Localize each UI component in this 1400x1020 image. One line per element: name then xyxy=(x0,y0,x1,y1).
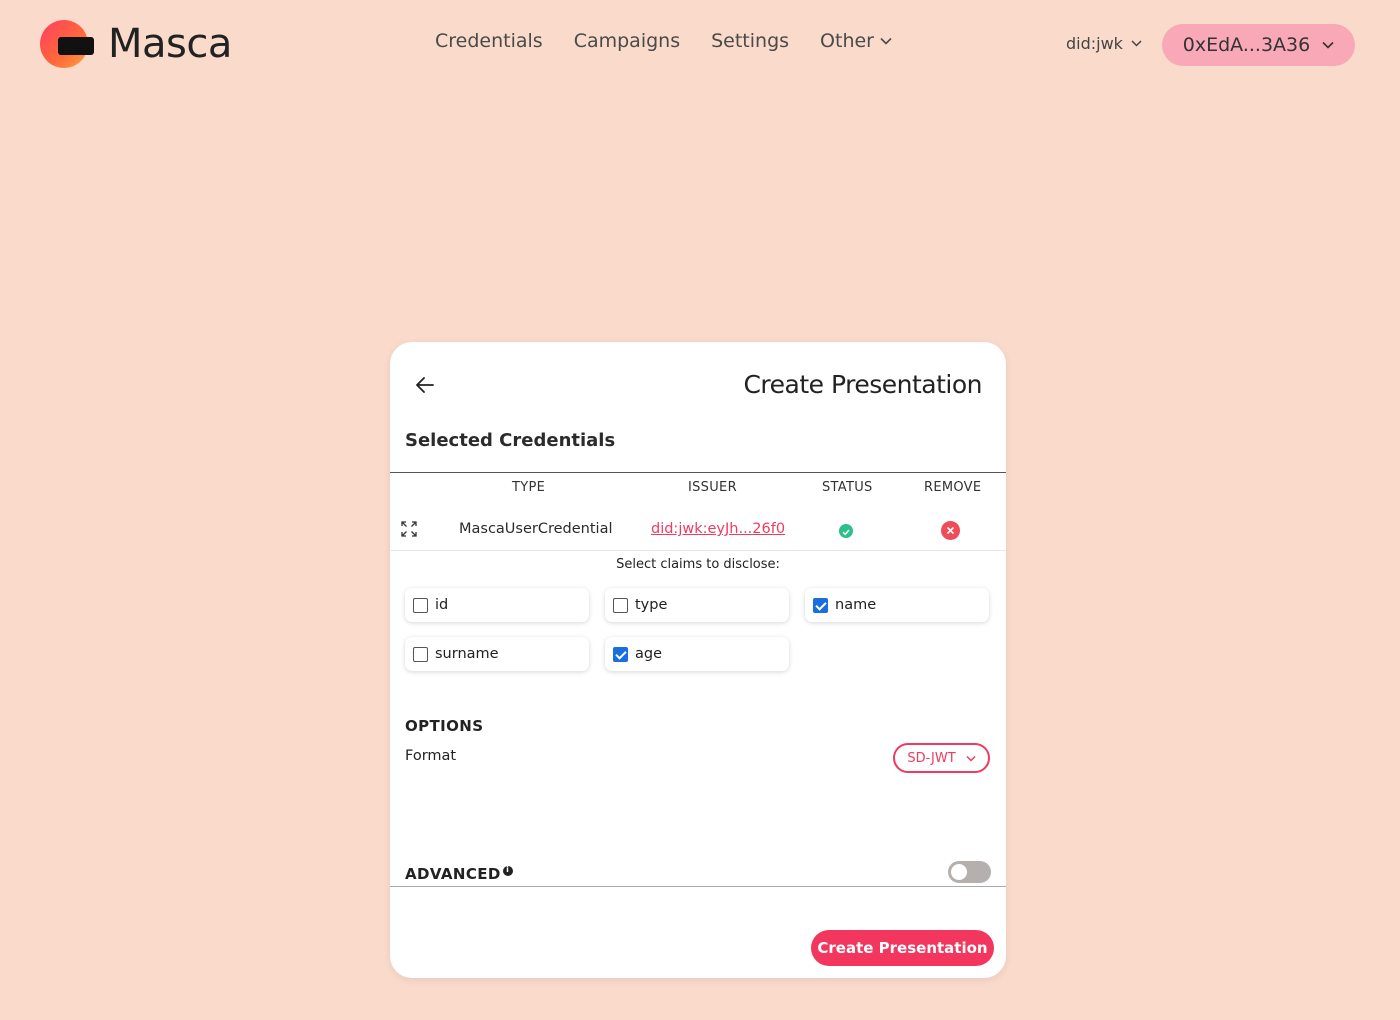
chevron-down-icon xyxy=(966,755,976,762)
wallet-account-button[interactable]: 0xEdA...3A36 xyxy=(1162,24,1355,66)
claim-age[interactable]: age xyxy=(605,637,789,671)
claim-id[interactable]: id xyxy=(405,588,589,622)
format-value: SD-JWT xyxy=(907,750,956,766)
column-header-type: TYPE xyxy=(512,480,546,495)
claim-name[interactable]: name xyxy=(805,588,989,622)
claim-checkbox[interactable] xyxy=(413,597,428,613)
main-nav: Credentials Campaigns Settings Other xyxy=(435,30,892,52)
format-label: Format xyxy=(405,748,457,764)
top-navbar: Masca Credentials Campaigns Settings Oth… xyxy=(0,0,1400,90)
table-divider xyxy=(390,472,1006,473)
claim-type[interactable]: type xyxy=(605,588,789,622)
nav-settings[interactable]: Settings xyxy=(711,30,789,52)
nav-label: Credentials xyxy=(435,30,543,52)
advanced-title: ADVANCED xyxy=(405,865,513,883)
credential-type: MascaUserCredential xyxy=(459,521,613,537)
claim-label: id xyxy=(435,597,449,613)
claim-surname[interactable]: surname xyxy=(405,637,589,671)
claim-checkbox-checked[interactable] xyxy=(613,646,628,662)
did-method-select[interactable]: did:jwk xyxy=(1066,34,1142,53)
wallet-address: 0xEdA...3A36 xyxy=(1182,34,1311,56)
nav-label: Other xyxy=(820,30,874,52)
advanced-divider xyxy=(390,886,1006,887)
chevron-down-icon xyxy=(880,37,892,45)
nav-credentials[interactable]: Credentials xyxy=(435,30,543,52)
claim-label: name xyxy=(835,597,877,613)
options-title: OPTIONS xyxy=(405,717,484,735)
nav-other[interactable]: Other xyxy=(820,30,892,52)
claim-checkbox-checked[interactable] xyxy=(813,597,828,613)
claim-label: age xyxy=(635,646,663,662)
section-title: Selected Credentials xyxy=(405,430,616,451)
chevron-down-icon xyxy=(1322,41,1334,49)
row-divider xyxy=(390,550,1006,551)
masca-logo[interactable]: Masca xyxy=(40,20,232,68)
advanced-label: ADVANCED xyxy=(405,865,501,883)
info-icon[interactable] xyxy=(502,865,513,876)
chevron-down-icon xyxy=(1131,40,1142,47)
create-presentation-button[interactable]: Create Presentation xyxy=(811,930,994,966)
close-icon xyxy=(946,526,955,535)
issuer-link[interactable]: did:jwk:eyJh...26f0 xyxy=(651,521,785,537)
claim-label: type xyxy=(635,597,668,613)
did-method-value: did:jwk xyxy=(1066,34,1123,53)
create-presentation-card: Create Presentation Selected Credentials… xyxy=(390,342,1006,978)
logo-text: Masca xyxy=(108,21,232,67)
claim-checkbox[interactable] xyxy=(413,646,428,662)
nav-label: Settings xyxy=(711,30,790,52)
remove-credential-button[interactable] xyxy=(941,521,960,540)
nav-campaigns[interactable]: Campaigns xyxy=(574,30,680,52)
claims-label: Select claims to disclose: xyxy=(616,557,780,572)
toggle-knob xyxy=(951,864,967,880)
column-header-status: STATUS xyxy=(822,480,873,495)
advanced-toggle[interactable] xyxy=(948,861,991,883)
status-valid-icon xyxy=(839,524,853,538)
column-header-issuer: ISSUER xyxy=(688,480,737,495)
format-select[interactable]: SD-JWT xyxy=(893,743,990,773)
masca-logo-icon xyxy=(40,20,94,68)
page-title: Create Presentation xyxy=(743,370,982,399)
claim-label: surname xyxy=(435,646,499,662)
column-header-remove: REMOVE xyxy=(924,480,982,495)
nav-label: Campaigns xyxy=(573,30,681,52)
claim-checkbox[interactable] xyxy=(613,597,628,613)
expand-icon[interactable] xyxy=(401,521,417,537)
back-arrow-icon[interactable] xyxy=(414,374,436,396)
